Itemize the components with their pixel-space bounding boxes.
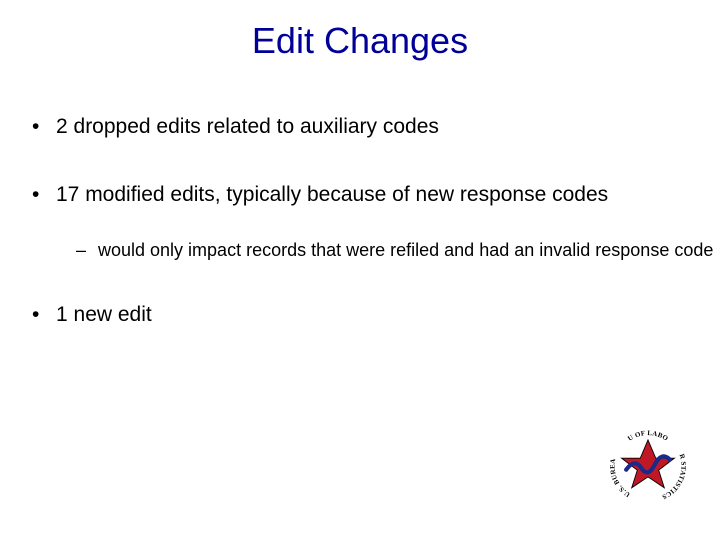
bullet-item: 2 dropped edits related to auxiliary cod…: [28, 102, 720, 152]
bullet-list: 2 dropped edits related to auxiliary cod…: [0, 102, 720, 340]
sub-bullet-item: would only impact records that were refi…: [74, 229, 720, 272]
bullet-text: 2 dropped edits related to auxiliary cod…: [56, 115, 439, 138]
bls-logo: U OF LABO U.S. BUREA R STATISTICS: [606, 421, 690, 505]
sub-bullet-text: would only impact records that were refi…: [98, 240, 713, 260]
bullet-item: 1 new edit: [28, 290, 720, 340]
bullet-text: 17 modified edits, typically because of …: [56, 183, 608, 206]
bullet-text: 1 new edit: [56, 303, 152, 326]
sub-bullet-list: would only impact records that were refi…: [56, 229, 720, 272]
logo-text-left: U.S. BUREA: [610, 458, 632, 498]
bls-star-icon: U OF LABO U.S. BUREA R STATISTICS: [606, 421, 690, 505]
bullet-item: 17 modified edits, typically because of …: [28, 170, 720, 272]
slide-title: Edit Changes: [0, 20, 720, 62]
slide: Edit Changes 2 dropped edits related to …: [0, 20, 720, 540]
